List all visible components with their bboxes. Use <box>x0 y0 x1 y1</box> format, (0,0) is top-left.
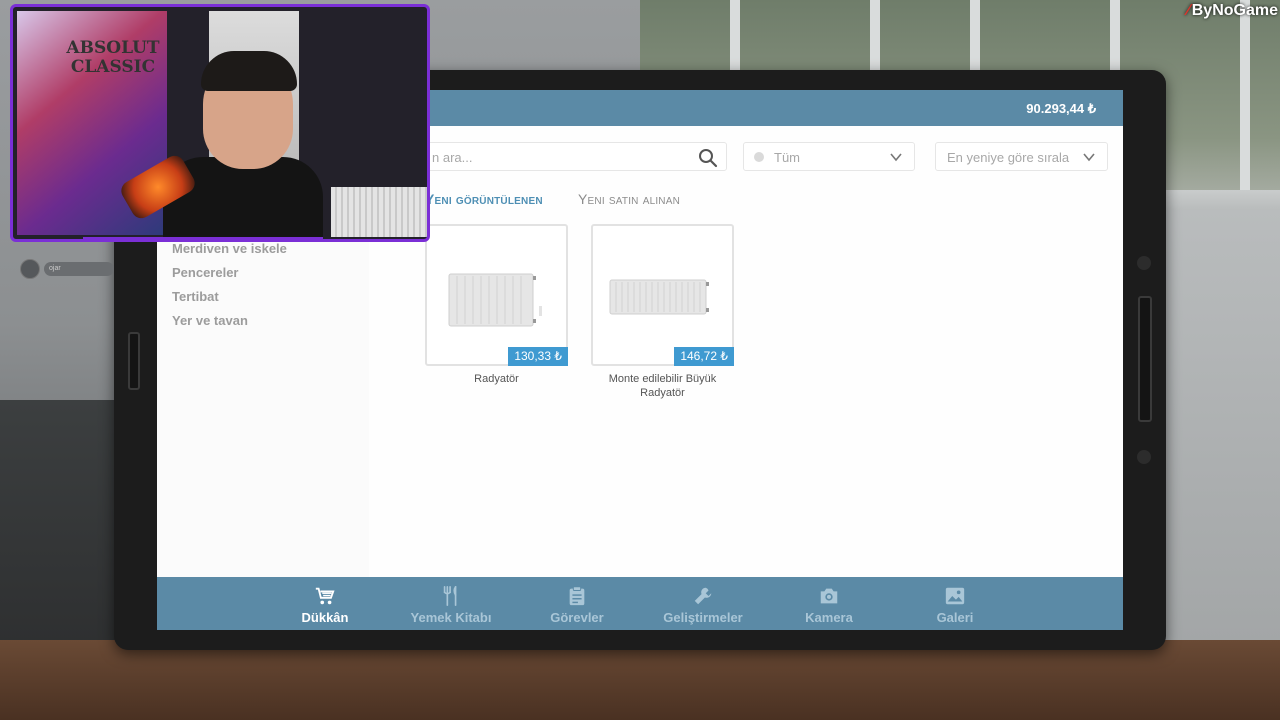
nav-camera[interactable]: Kamera <box>769 577 889 630</box>
cart-icon <box>315 587 335 605</box>
tablet-home-button <box>128 332 140 390</box>
category-item[interactable]: Tertibat <box>172 289 219 304</box>
image-icon <box>945 587 965 605</box>
camera-icon <box>820 588 838 604</box>
product-card[interactable]: 146,72 ₺ <box>591 224 734 366</box>
sort-dropdown[interactable]: En yeniye göre sırala <box>935 142 1108 171</box>
nav-upgrades[interactable]: Geliştirmeler <box>643 577 763 630</box>
channel-name: ByNoGame <box>1191 2 1278 19</box>
webcam-radiator <box>331 187 427 237</box>
product-card[interactable]: 130,33 ₺ <box>425 224 568 366</box>
category-item[interactable]: Pencereler <box>172 265 239 280</box>
nav-shop[interactable]: Dükkân <box>265 577 385 630</box>
bottom-nav: Dükkân Yemek Kitabı Görevler Geliştirmel… <box>157 577 1123 630</box>
chevron-down-icon <box>1083 153 1095 162</box>
nav-label: Galeri <box>936 610 974 625</box>
tab-recently-viewed[interactable]: Yeni görüntülenen <box>425 191 543 207</box>
category-filter-dropdown[interactable]: Tüm <box>743 142 915 171</box>
balance-display: 90.293,44 ₺ <box>1026 101 1096 116</box>
nav-label: Geliştirmeler <box>663 610 743 625</box>
price-badge: 146,72 ₺ <box>674 347 734 366</box>
search-icon[interactable] <box>698 148 718 168</box>
room-floor <box>0 640 1280 720</box>
tablet-side-button <box>1138 296 1152 422</box>
radiator-image <box>448 273 542 327</box>
webcam-person-hair <box>201 51 297 91</box>
search-placeholder: n ara... <box>432 150 473 165</box>
avatar <box>20 259 40 279</box>
tab-recently-purchased[interactable]: Yeni satın alınan <box>578 191 680 207</box>
tablet-sensor-dot <box>1137 450 1151 464</box>
nav-label: Yemek Kitabı <box>410 610 492 625</box>
user-chip: ojar <box>18 259 114 279</box>
nav-label: Dükkân <box>301 610 349 625</box>
sort-selected-value: En yeniye göre sırala <box>947 150 1070 165</box>
category-item[interactable]: Merdiven ve iskele <box>172 241 287 256</box>
webcam-overlay: ABSOLUT CLASSIC <box>10 4 430 242</box>
price-badge: 130,33 ₺ <box>508 347 568 366</box>
product-name: Radyatör <box>474 373 519 385</box>
large-radiator-image <box>609 279 709 315</box>
webcam-frame-accent <box>83 237 323 239</box>
wrench-icon <box>694 587 712 605</box>
channel-watermark: ⁄ ByNoGame <box>1187 2 1278 20</box>
nav-gallery[interactable]: Galeri <box>895 577 1015 630</box>
channel-logo-icon: ⁄ <box>1187 2 1190 19</box>
window-frame-bar <box>1240 0 1250 210</box>
category-item[interactable]: Yer ve tavan <box>172 313 248 328</box>
avatar-label: ojar <box>44 262 114 276</box>
nav-tasks[interactable]: Görevler <box>517 577 637 630</box>
nav-label: Görevler <box>550 610 604 625</box>
shop-main-panel: n ara... Tüm En yeniye göre sırala Yeni … <box>369 126 1123 577</box>
filter-selected-value: Tüm <box>774 150 800 165</box>
webcam-poster-text: ABSOLUT CLASSIC <box>66 38 160 77</box>
fork-knife-icon <box>443 586 457 606</box>
product-name: Monte edilebilir Büyük Radyatör <box>608 373 717 399</box>
nav-cookbook[interactable]: Yemek Kitabı <box>391 577 511 630</box>
nav-label: Kamera <box>805 610 853 625</box>
filter-status-dot <box>754 152 764 162</box>
tablet-camera-dot <box>1137 256 1151 270</box>
search-input[interactable]: n ara... <box>425 142 727 171</box>
chevron-down-icon <box>890 153 902 162</box>
clipboard-icon <box>569 586 585 606</box>
